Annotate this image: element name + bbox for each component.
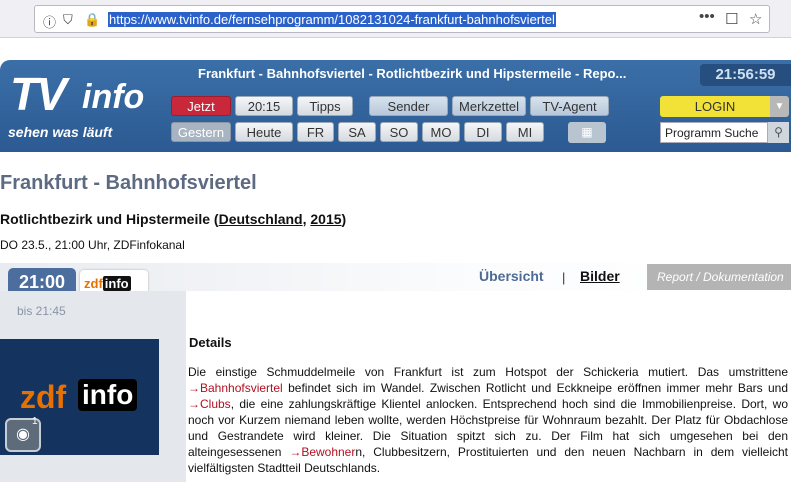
pocket-icon[interactable]: ☐	[725, 10, 738, 28]
browser-toolbar: ⓘ ⛉ 🔒 https://www.tvinfo.de/fernsehprogr…	[0, 0, 791, 38]
year-link[interactable]: 2015	[310, 211, 341, 227]
logo-info[interactable]: info	[82, 78, 144, 117]
day-mi[interactable]: MI	[506, 122, 544, 142]
nav-tipps[interactable]: Tipps	[297, 96, 353, 116]
address-bar[interactable]: ⓘ ⛉ 🔒 https://www.tvinfo.de/fernsehprogr…	[34, 5, 770, 33]
clock: 21:56:59	[700, 64, 791, 86]
logo-tv[interactable]: TV	[10, 66, 67, 122]
chevron-down-icon[interactable]: ▼	[770, 96, 789, 117]
day-mo[interactable]: MO	[422, 122, 460, 142]
details-heading: Details	[189, 335, 232, 350]
tab-separator: |	[562, 270, 566, 285]
info-icon[interactable]: ⓘ	[43, 12, 56, 31]
country-link[interactable]: Deutschland	[219, 211, 303, 227]
bookmark-star-icon[interactable]: ☆	[749, 10, 762, 28]
nav-tv-agent[interactable]: TV-Agent	[530, 96, 609, 116]
day-di[interactable]: DI	[464, 122, 502, 142]
calendar-icon[interactable]: ▦	[568, 122, 606, 143]
page-actions-icon[interactable]: •••	[699, 8, 715, 25]
nav-jetzt[interactable]: Jetzt	[171, 96, 231, 116]
day-sa[interactable]: SA	[338, 122, 376, 142]
nav-2015[interactable]: 20:15	[235, 96, 293, 116]
day-heute[interactable]: Heute	[235, 122, 293, 142]
search-input[interactable]: Programm Suche	[660, 122, 768, 143]
show-subtitle: Rotlichtbezirk und Hipstermeile (Deutsch…	[0, 211, 347, 227]
thumbnail-logo-info: info	[78, 379, 138, 411]
tracking-shield-icon[interactable]: ⛉	[63, 12, 73, 28]
login-button[interactable]: LOGIN	[660, 96, 770, 117]
day-fr[interactable]: FR	[297, 122, 334, 142]
link-bahnhofsviertel[interactable]: →Bahnhofsviertel	[188, 381, 283, 395]
photo-count: 1	[32, 416, 38, 427]
genre-badge: Report / Dokumentation	[647, 264, 791, 290]
url-text[interactable]: https://www.tvinfo.de/fernsehprogramm/10…	[108, 12, 556, 27]
page-title: Frankfurt - Bahnhofsviertel	[0, 172, 257, 194]
page-strip-title: Frankfurt - Bahnhofsviertel - Rotlichtbe…	[198, 66, 627, 81]
lock-icon[interactable]: 🔒	[84, 12, 100, 28]
nav-merkzettel[interactable]: Merkzettel	[452, 96, 526, 116]
details-description: Die einstige Schmuddelmeile von Frankfur…	[188, 365, 788, 475]
link-bewohner[interactable]: →Bewohner	[289, 445, 355, 459]
site-header: TV info sehen was läuft Frankfurt - Bahn…	[0, 60, 791, 152]
tab-overview[interactable]: Übersicht	[479, 268, 544, 284]
air-info: DO 23.5., 21:00 Uhr, ZDFinfokanal	[0, 238, 185, 252]
search-icon[interactable]: ⚲	[768, 122, 789, 143]
link-clubs[interactable]: →Clubs	[188, 397, 231, 411]
end-time: bis 21:45	[17, 304, 66, 318]
nav-sender[interactable]: Sender	[369, 96, 448, 116]
logo-slogan: sehen was läuft	[8, 124, 113, 140]
thumbnail-logo-zdf: zdf	[20, 379, 67, 415]
day-gestern[interactable]: Gestern	[171, 122, 231, 142]
day-so[interactable]: SO	[380, 122, 418, 142]
tab-pictures[interactable]: Bilder	[580, 268, 620, 284]
